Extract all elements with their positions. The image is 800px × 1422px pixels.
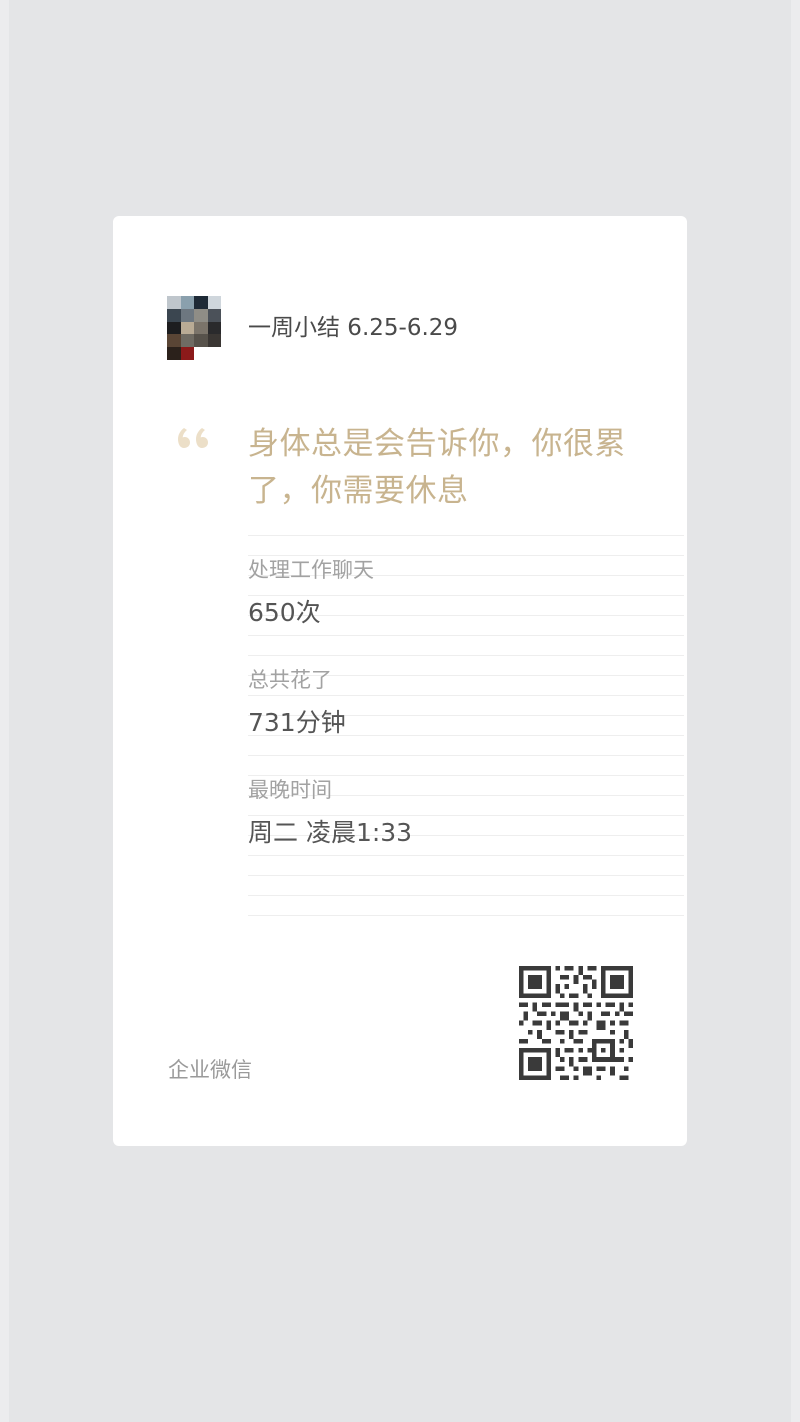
ruled-line [248,635,684,636]
quote-text: 身体总是会告诉你，你很累了，你需要休息 [248,426,626,509]
ruled-line [248,655,684,656]
ruled-line [248,695,684,696]
screen-edge-right [791,0,800,1422]
stat-label-latest: 最晚时间 [248,778,332,802]
qr-code-icon[interactable] [519,966,633,1080]
stat-value-latest: 周二 凌晨1:33 [248,818,413,847]
weekly-summary-card: 一周小结 6.25-6.29 身体总是会告诉你，你很累了，你需要休息 处理工作聊… [113,216,687,1146]
ruled-line [248,755,684,756]
brand-label: 企业微信 [168,1058,252,1082]
ruled-line [248,535,684,536]
screen-edge-left [0,0,9,1422]
ruled-line [248,915,684,916]
summary-title: 一周小结 6.25-6.29 [248,315,459,341]
stat-value-chats: 650次 [248,598,321,627]
ruled-line [248,855,684,856]
open-quote-icon [178,428,208,448]
ruled-line [248,875,684,876]
stat-label-minutes: 总共花了 [248,668,332,692]
stat-value-minutes: 731分钟 [248,708,346,737]
avatar[interactable] [167,296,221,360]
ruled-line [248,895,684,896]
stat-label-chats: 处理工作聊天 [248,558,374,582]
